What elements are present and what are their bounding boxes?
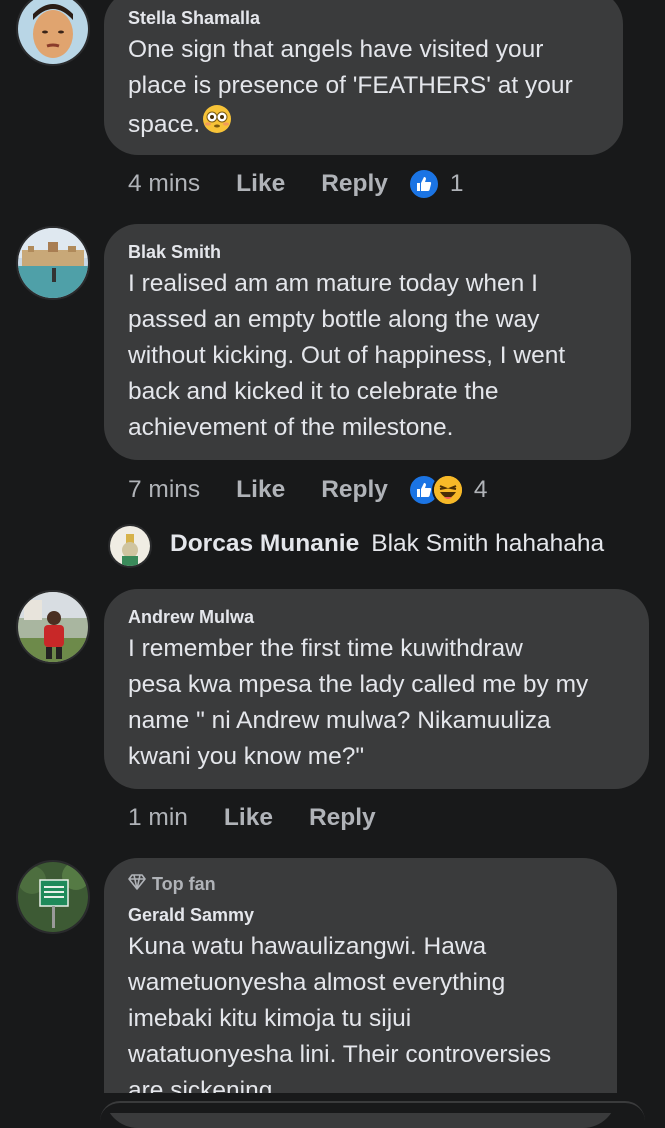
diamond-icon: [128, 874, 146, 895]
comment-author[interactable]: Stella Shamalla: [128, 8, 260, 29]
comment-input[interactable]: [100, 1101, 645, 1123]
avatar-andrew[interactable]: [16, 590, 90, 664]
like-button[interactable]: Like: [236, 476, 285, 504]
reaction-count: 4: [473, 476, 488, 503]
comment-author[interactable]: Gerald Sammy: [128, 905, 254, 926]
reply-preview[interactable]: Dorcas Munanie Blak Smith hahahaha: [170, 530, 604, 558]
comment-text: One sign that angels have visited your p…: [128, 32, 573, 145]
flushed-face-emoji-icon: [202, 104, 232, 145]
comment-text: I realised am am mature today when I pas…: [128, 270, 566, 441]
comment-author[interactable]: Andrew Mulwa: [128, 607, 254, 628]
avatar-gerald[interactable]: [16, 860, 90, 934]
comment-bubble[interactable]: Andrew Mulwa I remember the first time k…: [104, 589, 649, 789]
comment-actions: 4 mins Like Reply 1: [128, 164, 464, 204]
comment-text: Kuna watu hawaulizangwi. Hawa wametuonye…: [128, 933, 552, 1104]
comment-author[interactable]: Blak Smith: [128, 242, 221, 263]
like-button[interactable]: Like: [236, 170, 285, 198]
reply-author[interactable]: Dorcas Munanie: [170, 530, 359, 557]
comment-actions: 1 min Like Reply: [128, 798, 412, 838]
like-button[interactable]: Like: [224, 804, 273, 832]
comment-bubble[interactable]: Blak Smith I realised am am mature today…: [104, 224, 631, 460]
reply-text: Blak Smith hahahaha: [371, 530, 605, 557]
comment-composer-bar: [0, 1093, 665, 1113]
like-reaction-icon: [407, 168, 440, 200]
comment-time[interactable]: 7 mins: [128, 476, 200, 504]
haha-reaction-icon: [431, 474, 464, 506]
reactions-summary[interactable]: 1: [407, 168, 464, 200]
reply-button[interactable]: Reply: [321, 476, 388, 504]
avatar-blak[interactable]: [16, 226, 90, 300]
top-fan-badge: Top fan: [128, 874, 216, 895]
reply-button[interactable]: Reply: [321, 170, 388, 198]
reactions-summary[interactable]: 4: [407, 474, 488, 506]
avatar-stella[interactable]: [16, 0, 90, 66]
comment-bubble[interactable]: Top fan Gerald Sammy Kuna watu hawauliza…: [104, 858, 617, 1128]
comment-actions: 7 mins Like Reply 4: [128, 470, 488, 510]
comment-bubble[interactable]: Stella Shamalla One sign that angels hav…: [104, 0, 623, 155]
comment-time[interactable]: 4 mins: [128, 170, 200, 198]
comment-text: I remember the first time kuwithdraw pes…: [128, 635, 589, 770]
avatar-dorcas[interactable]: [108, 524, 152, 568]
reply-button[interactable]: Reply: [309, 804, 376, 832]
comment-time[interactable]: 1 min: [128, 804, 188, 832]
reaction-count: 1: [449, 170, 464, 197]
